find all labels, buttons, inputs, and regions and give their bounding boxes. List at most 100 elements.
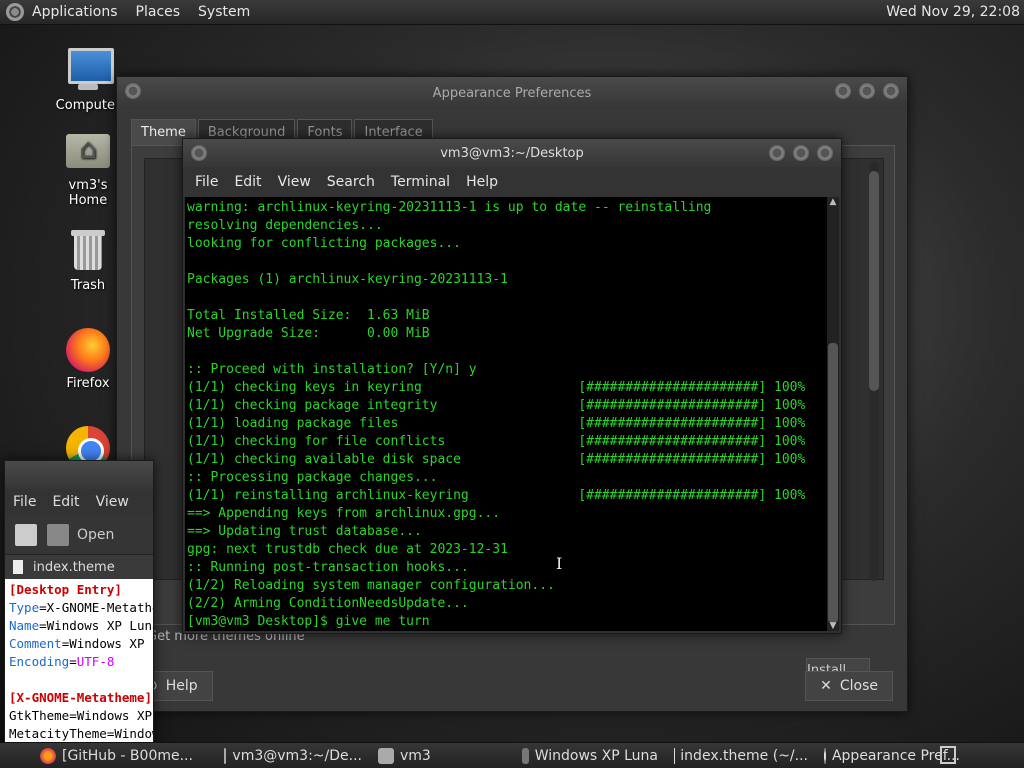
terminal-line: (1/1) checking keys in keyring [########… xyxy=(187,380,806,395)
task-label: Windows XP Luna xyxy=(534,747,658,764)
desktop-icon-label: Firefox xyxy=(66,376,110,391)
terminal-line: resolving dependencies... xyxy=(187,218,383,233)
close-icon[interactable] xyxy=(883,83,899,99)
appearance-titlebar[interactable]: Appearance Preferences xyxy=(117,77,907,109)
file-tab[interactable]: index.theme xyxy=(5,555,153,579)
maximize-icon[interactable] xyxy=(793,145,809,161)
menu-applications[interactable]: Applications xyxy=(32,4,118,20)
menu-help[interactable]: Help xyxy=(466,174,498,190)
minimize-icon[interactable] xyxy=(835,83,851,99)
task-label: vm3 xyxy=(400,747,431,764)
terminal-line: Total Installed Size: 1.63 MiB xyxy=(187,308,430,323)
text-editor-window: File Edit View Open index.theme [Desktop… xyxy=(4,460,154,750)
editor-toolbar: Open xyxy=(5,515,153,555)
minimize-icon[interactable] xyxy=(769,145,785,161)
menu-terminal[interactable]: Terminal xyxy=(391,174,450,190)
editor-text-area[interactable]: [Desktop Entry] Type=X-GNOME-Metatheme Nam… xyxy=(5,579,154,749)
terminal-output[interactable]: warning: archlinux-keyring-20231113-1 is… xyxy=(185,197,829,631)
code-line: [X-GNOME-Metatheme] xyxy=(9,690,152,705)
task-label: index.theme (~/... xyxy=(680,747,808,764)
code-line: Type=X-GNOME-Metatheme xyxy=(9,600,153,615)
computer-icon xyxy=(64,46,114,94)
terminal-line: (1/1) checking package integrity [######… xyxy=(187,398,806,413)
code-line: MetacityTheme=Windows XP Luna xyxy=(9,726,153,741)
close-x-icon: ✕ xyxy=(820,678,832,694)
terminal-line: :: Running post-transaction hooks... xyxy=(187,560,469,575)
terminal-line: (1/2) Reloading system manager configura… xyxy=(187,578,555,593)
open-icon[interactable] xyxy=(47,523,69,546)
top-panel: Applications Places System Wed Nov 29, 2… xyxy=(0,0,1024,25)
firefox-icon xyxy=(66,328,110,372)
terminal-line: :: Proceed with installation? [Y/n] y xyxy=(187,362,477,377)
window-title: vm3@vm3:~/Desktop xyxy=(440,145,584,161)
terminal-scrollbar[interactable]: ▲ ▼ xyxy=(827,197,839,631)
terminal-line: (1/1) reinstalling archlinux-keyring [##… xyxy=(187,488,806,503)
terminal-icon xyxy=(224,747,227,764)
scroll-down-icon[interactable]: ▼ xyxy=(827,621,839,631)
scrollbar-thumb[interactable] xyxy=(869,171,879,391)
maximize-icon[interactable] xyxy=(859,83,875,99)
bottom-taskbar: [GitHub - B00me... vm3@vm3:~/De... vm3 W… xyxy=(0,742,1024,768)
close-button-label: Close xyxy=(839,678,878,694)
menu-view[interactable]: View xyxy=(278,174,311,190)
menu-places[interactable]: Places xyxy=(136,4,181,20)
terminal-line: Packages (1) archlinux-keyring-20231113-… xyxy=(187,272,508,287)
menu-file[interactable]: File xyxy=(13,494,36,510)
firefox-icon xyxy=(40,747,56,764)
terminal-line: warning: archlinux-keyring-20231113-1 is… xyxy=(187,200,712,215)
editor-menubar: File Edit View xyxy=(5,489,153,515)
terminal-line: ==> Appending keys from archlinux.gpg... xyxy=(187,506,501,521)
window-menu-icon[interactable] xyxy=(125,83,141,99)
task-label: [GitHub - B00me... xyxy=(62,747,193,764)
terminal-line: (2/2) Arming ConditionNeedsUpdate... xyxy=(187,596,469,611)
scroll-up-icon[interactable]: ▲ xyxy=(827,197,839,207)
terminal-titlebar[interactable]: vm3@vm3:~/Desktop xyxy=(183,139,841,167)
menu-view[interactable]: View xyxy=(96,494,129,510)
trash-icon xyxy=(64,226,112,274)
task-home[interactable]: vm3 xyxy=(372,745,512,767)
terminal-menubar: File Edit View Search Terminal Help xyxy=(183,167,841,197)
code-line: Name=Windows XP Luna xyxy=(9,618,154,633)
clock[interactable]: Wed Nov 29, 22:08 xyxy=(886,4,1020,20)
close-icon[interactable] xyxy=(817,145,833,161)
task-label: vm3@vm3:~/De... xyxy=(232,747,362,764)
terminal-window: vm3@vm3:~/Desktop File Edit View Search … xyxy=(182,138,842,634)
terminal-line: (1/1) loading package files [###########… xyxy=(187,416,806,431)
gnome-logo-icon[interactable] xyxy=(6,3,24,21)
menu-edit[interactable]: Edit xyxy=(234,174,261,190)
file-tab-label: index.theme xyxy=(33,559,115,575)
menu-system[interactable]: System xyxy=(198,4,250,20)
task-text-editor[interactable]: index.theme (~/... xyxy=(668,745,814,767)
desktop-icon-label: Computer xyxy=(55,98,121,113)
task-firefox[interactable]: [GitHub - B00me... xyxy=(34,745,214,767)
terminal-line: Net Upgrade Size: 0.00 MiB xyxy=(187,326,430,341)
desktop-icon-label: Trash xyxy=(70,278,106,293)
home-folder-icon xyxy=(64,126,112,174)
help-button-label: Help xyxy=(165,678,198,694)
window-menu-icon[interactable] xyxy=(191,145,207,161)
terminal-line: [vm3@vm3 Desktop]$ give me turn xyxy=(187,614,430,629)
terminal-line: (1/1) checking for file conflicts [#####… xyxy=(187,434,806,449)
menu-edit[interactable]: Edit xyxy=(52,494,79,510)
desktop-icon-label: vm3's Home xyxy=(68,178,108,208)
menu-file[interactable]: File xyxy=(195,174,218,190)
close-button[interactable]: ✕ Close xyxy=(805,671,893,701)
task-terminal[interactable]: vm3@vm3:~/De... xyxy=(218,745,368,767)
open-button-label[interactable]: Open xyxy=(77,527,114,543)
terminal-line: gpg: next trustdb check due at 2023-12-3… xyxy=(187,542,508,557)
folder-icon xyxy=(522,747,529,764)
show-desktop-icon[interactable] xyxy=(940,746,956,764)
terminal-line: :: Processing package changes... xyxy=(187,470,438,485)
theme-list-scrollbar[interactable] xyxy=(869,161,879,581)
task-windows-xp-luna[interactable]: Windows XP Luna xyxy=(516,745,664,767)
editor-titlebar[interactable] xyxy=(5,461,153,489)
scrollbar-thumb[interactable] xyxy=(828,343,838,623)
menu-search[interactable]: Search xyxy=(327,174,375,190)
terminal-line: looking for conflicting packages... xyxy=(187,236,461,251)
code-line: GtkTheme=Windows XP Luna xyxy=(9,708,153,723)
home-folder-icon xyxy=(378,747,394,764)
new-document-icon[interactable] xyxy=(15,523,37,546)
